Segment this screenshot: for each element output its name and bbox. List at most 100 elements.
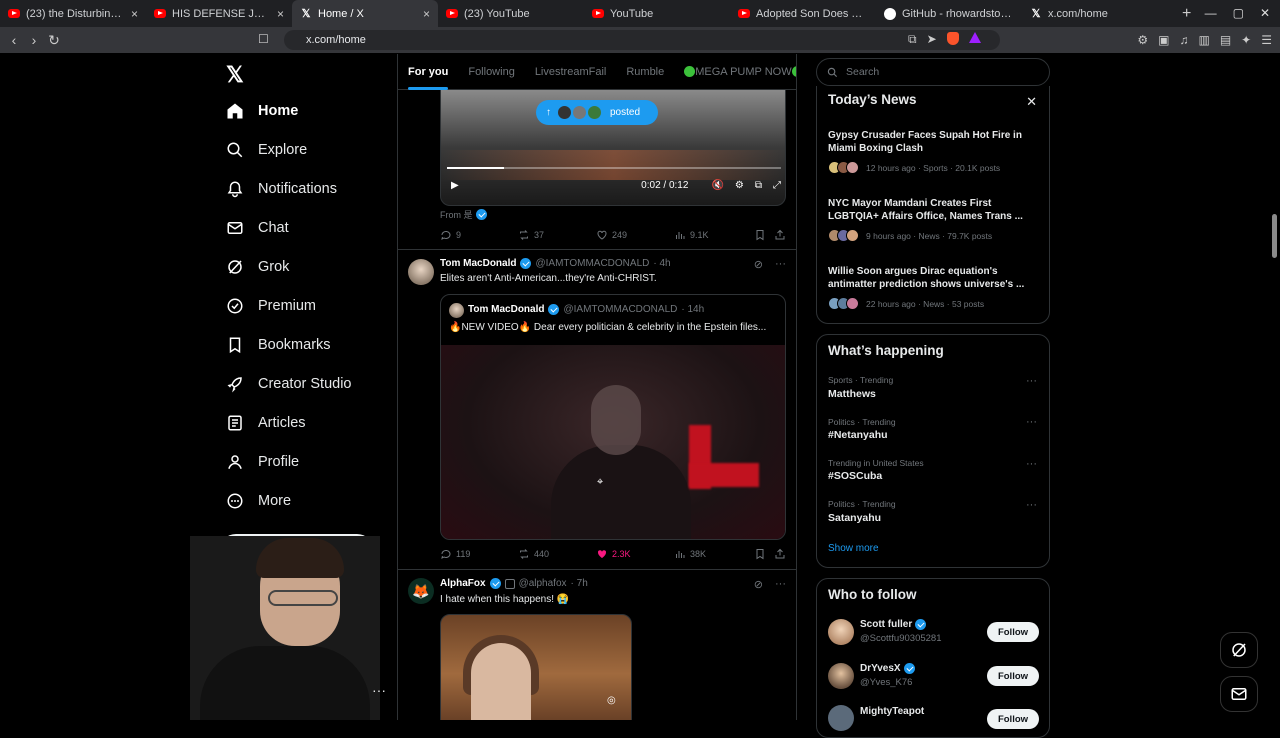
show-more-link[interactable]: Show more [828, 543, 879, 554]
more-options-icon[interactable]: ··· [1026, 416, 1037, 428]
wallet-icon[interactable]: ▤ [1220, 33, 1231, 47]
trend-name[interactable]: Satanyahu [828, 512, 881, 524]
share-button[interactable] [774, 229, 786, 241]
repost-button[interactable]: 37 [518, 229, 544, 241]
more-options-icon[interactable]: ··· [775, 578, 786, 591]
close-icon[interactable]: ✕ [1026, 94, 1037, 110]
follow-button[interactable]: Follow [987, 622, 1039, 642]
nav-bookmarks[interactable]: Bookmarks [226, 336, 331, 354]
follow-button[interactable]: Follow [987, 666, 1039, 686]
extensions-icon[interactable]: ⚙ [1137, 33, 1148, 47]
settings-icon[interactable]: ⚙ [735, 180, 744, 191]
close-icon[interactable]: × [277, 7, 284, 21]
grok-float-button[interactable] [1220, 632, 1258, 668]
tab-search-icon[interactable]: ▣ [1158, 33, 1169, 47]
tab-for-you[interactable]: For you [408, 66, 449, 90]
pip-icon[interactable]: ⧉ [755, 180, 762, 191]
browser-tab[interactable]: (23) YouTube [438, 0, 584, 27]
more-options-icon[interactable]: ··· [1026, 499, 1037, 511]
browser-tab[interactable]: Adopted Son Does The Unth [730, 0, 876, 27]
suggested-user-name[interactable]: Scott fuller [860, 619, 927, 630]
mute-icon[interactable]: 🔇 [711, 180, 723, 191]
fullscreen-icon[interactable]: ⤢ [773, 180, 781, 191]
suggested-user-name[interactable]: MightyTeapot [860, 706, 924, 717]
more-options-icon[interactable]: ··· [1026, 458, 1037, 470]
reply-button[interactable]: 119 [440, 548, 470, 560]
reload-icon[interactable]: ↻ [44, 32, 64, 49]
avatar[interactable]: 🦊 [408, 578, 434, 604]
more-options-icon[interactable]: ··· [775, 258, 786, 271]
new-tab-button[interactable]: + [1182, 5, 1191, 23]
nav-premium[interactable]: Premium [226, 297, 316, 315]
trend-name[interactable]: Matthews [828, 388, 876, 400]
nav-home[interactable]: Home [226, 102, 298, 120]
nav-notifications[interactable]: Notifications [226, 180, 337, 198]
reply-button[interactable]: 9 [440, 229, 461, 241]
avatar[interactable] [828, 705, 854, 731]
browser-tab[interactable]: YouTube [584, 0, 730, 27]
views-button[interactable]: 38K [674, 548, 706, 560]
like-button[interactable]: 2.3K [596, 548, 631, 560]
avatar[interactable] [828, 663, 854, 689]
menu-icon[interactable]: ☰ [1261, 33, 1272, 47]
nav-articles[interactable]: Articles [226, 414, 306, 432]
views-button[interactable]: 9.1K [674, 229, 709, 241]
author-handle[interactable]: @alphafox [519, 578, 567, 589]
like-button[interactable]: 249 [596, 229, 627, 241]
search-input[interactable]: Search [816, 58, 1050, 86]
more-options-icon[interactable]: ··· [1026, 375, 1037, 387]
follow-button[interactable]: Follow [987, 709, 1039, 729]
account-menu-icon[interactable]: ··· [372, 682, 386, 698]
browser-tab[interactable]: (23) the Disturbing Demonic× [0, 0, 146, 27]
nav-more[interactable]: More [226, 492, 291, 510]
send-icon[interactable]: ➤ [927, 32, 937, 47]
tab-rumble[interactable]: Rumble [626, 66, 664, 78]
messages-float-button[interactable] [1220, 676, 1258, 712]
maximize-icon[interactable]: ▢ [1233, 6, 1244, 20]
share-button[interactable] [774, 548, 786, 560]
avatar[interactable] [408, 259, 434, 285]
url-field[interactable]: x.com/home [284, 30, 1000, 50]
nav-chat[interactable]: Chat [226, 219, 289, 237]
news-item-title[interactable]: NYC Mayor Mamdani Creates First LGBTQIA+… [828, 197, 1038, 223]
back-icon[interactable]: ‹ [4, 32, 24, 48]
open-external-icon[interactable]: ⧉ [908, 32, 917, 47]
forward-icon[interactable]: › [24, 32, 44, 48]
nav-profile[interactable]: Profile [226, 453, 299, 471]
rewards-icon[interactable] [968, 32, 981, 43]
brave-shield-icon[interactable] [946, 32, 959, 45]
browser-tab[interactable]: 𝕏x.com/home [1022, 0, 1168, 27]
bookmark-button[interactable] [754, 548, 766, 560]
post-time[interactable]: · 7h [571, 578, 588, 589]
trend-name[interactable]: #SOSCuba [828, 470, 882, 482]
quoted-post[interactable]: Tom MacDonald @IAMTOMMACDONALD · 14h 🔥NE… [440, 294, 786, 540]
repost-button[interactable]: 440 [518, 548, 549, 560]
minimize-icon[interactable]: — [1205, 6, 1217, 20]
author-name[interactable]: Tom MacDonald [440, 258, 516, 269]
leo-icon[interactable]: ✦ [1241, 33, 1251, 47]
media-icon[interactable]: ♫ [1179, 33, 1188, 47]
author-handle[interactable]: @IAMTOMMACDONALD [535, 258, 649, 269]
close-window-icon[interactable]: ✕ [1260, 6, 1270, 20]
nav-creator-studio[interactable]: Creator Studio [226, 375, 352, 393]
nav-explore[interactable]: Explore [226, 141, 307, 159]
quote-video[interactable] [441, 345, 785, 539]
sidebar-icon[interactable]: ▥ [1198, 33, 1209, 47]
news-item-title[interactable]: Willie Soon argues Dirac equation's anti… [828, 265, 1038, 291]
post-video[interactable]: ◎ [440, 614, 632, 720]
trend-name[interactable]: #Netanyahu [828, 429, 888, 441]
bookmark-button[interactable] [754, 229, 766, 241]
close-icon[interactable]: × [131, 7, 138, 21]
bookmark-page-icon[interactable]: ☐ [258, 32, 269, 46]
play-icon[interactable]: ▶ [451, 180, 459, 191]
browser-tab[interactable]: GitHub - rhowardstone/Epst [876, 0, 1022, 27]
close-icon[interactable]: × [423, 7, 430, 21]
page-scrollbar[interactable] [1272, 214, 1277, 258]
x-logo[interactable]: 𝕏 [226, 62, 244, 88]
tab-mega-pump[interactable]: MEGA PUMP NOW [684, 65, 796, 78]
suggested-user-name[interactable]: DrYvesX [860, 663, 915, 674]
author-name[interactable]: AlphaFox [440, 578, 486, 589]
new-posts-pill[interactable]: ↑ posted [536, 100, 658, 125]
browser-tab[interactable]: HIS DEFENSE JUST MELTED× [146, 0, 292, 27]
post-time[interactable]: · 4h [653, 258, 670, 269]
